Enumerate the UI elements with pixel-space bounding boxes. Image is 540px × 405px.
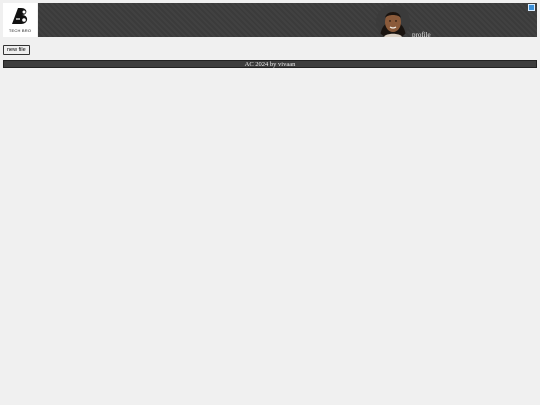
header-bar: profile bbox=[38, 3, 537, 37]
logo[interactable]: TECH BRO bbox=[3, 3, 37, 37]
page: TECH BRO profile new file AC 2024 by viv… bbox=[0, 0, 540, 405]
logo-text: TECH BRO bbox=[8, 28, 32, 33]
footer-text: AC 2024 by vivaan bbox=[244, 61, 296, 68]
footer: AC 2024 by vivaan bbox=[3, 60, 537, 68]
tech-bro-logo-icon bbox=[12, 8, 28, 24]
profile-link[interactable]: profile bbox=[412, 31, 431, 37]
new-file-button[interactable]: new file bbox=[3, 45, 30, 55]
external-link-icon[interactable] bbox=[528, 4, 535, 11]
user-avatar-icon[interactable] bbox=[376, 5, 410, 37]
